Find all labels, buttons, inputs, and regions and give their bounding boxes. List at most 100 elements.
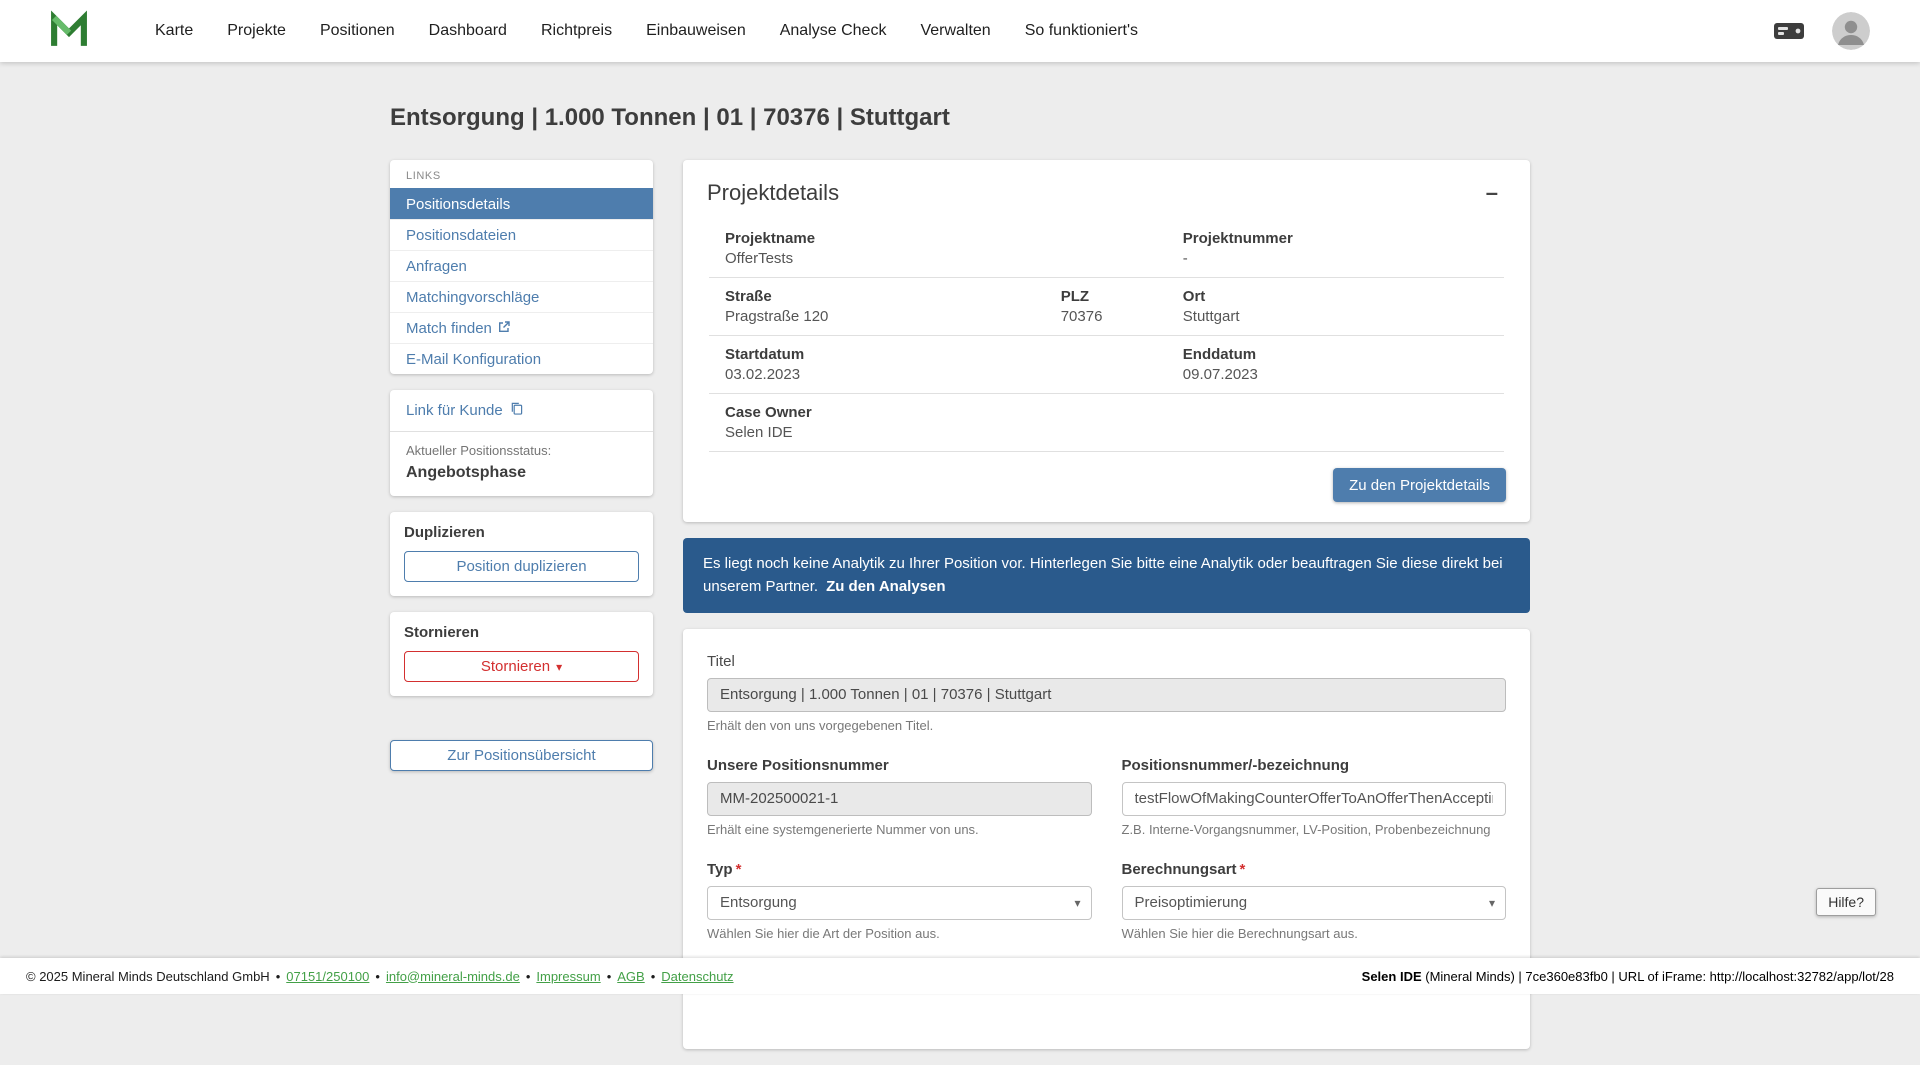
positionsnummer-label: Unsere Positionsnummer [707,757,1092,774]
nav-item-karte[interactable]: Karte [142,12,206,50]
projektname-label: Projektname [725,230,1061,247]
position-status: Aktueller Positionsstatus: Angebotsphase [390,432,653,496]
sidebar-item-match-finden[interactable]: Match finden [390,312,653,343]
duplicate-title: Duplizieren [404,524,639,541]
bezeichnung-label: Positionsnummer/-bezeichnung [1122,757,1507,774]
session-user: Selen IDE [1362,969,1422,984]
positionsnummer-helper: Erhält eine systemgenerierte Nummer von … [707,822,1092,837]
required-asterisk: * [1240,861,1246,878]
page-title: Entsorgung | 1.000 Tonnen | 01 | 70376 |… [390,104,1530,132]
typ-field-group: Typ* Entsorgung ▾ Wählen Sie hier die Ar… [707,861,1092,941]
plz-label: PLZ [1061,288,1183,305]
nav-item-so-funktionierts[interactable]: So funktioniert's [1012,12,1151,50]
titel-label: Titel [707,653,1506,670]
session-details: (Mineral Minds) | 7ce360e83fb0 | URL of … [1422,969,1894,984]
top-nav: Karte Projekte Positionen Dashboard Rich… [0,0,1920,62]
project-details-table: Projektname OfferTests Projektnummer - S… [709,220,1504,452]
sidebar-item-anfragen[interactable]: Anfragen [390,250,653,281]
device-icon[interactable] [1772,19,1806,43]
phone-link[interactable]: 07151/250100 [286,969,369,984]
customer-link-card: Link für Kunde Aktueller Positionsstatus… [390,390,653,496]
startdatum-label: Startdatum [725,346,1061,363]
sidebar-item-positionsdateien[interactable]: Positionsdateien [390,219,653,250]
zu-den-projektdetails-button[interactable]: Zu den Projektdetails [1333,468,1506,502]
table-row: Startdatum 03.02.2023 Enddatum 09.07.202… [709,336,1504,394]
footer-left: © 2025 Mineral Minds Deutschland GmbH • … [26,969,734,984]
typ-select[interactable]: Entsorgung ▾ [707,886,1092,920]
sidebar: LINKS Positionsdetails Positionsdateien … [390,160,653,771]
projektdetails-card: Projektdetails – Projektname OfferTests … [683,160,1530,522]
projektnummer-value: - [1183,250,1488,267]
bezeichnung-helper: Z.B. Interne-Vorgangsnummer, LV-Position… [1122,822,1507,837]
footer-session-info: Selen IDE (Mineral Minds) | 7ce360e83fb0… [1362,969,1894,984]
plz-value: 70376 [1061,308,1183,325]
email-link[interactable]: info@mineral-minds.de [386,969,520,984]
positionsnummer-field-group: Unsere Positionsnummer Erhält eine syste… [707,757,1092,837]
link-fuer-kunde-link[interactable]: Link für Kunde [390,390,653,432]
titel-input [707,678,1506,712]
caret-down-icon: ▾ [556,661,562,673]
ort-label: Ort [1183,288,1488,305]
datenschutz-link[interactable]: Datenschutz [661,969,733,984]
nav-item-richtpreis[interactable]: Richtpreis [528,12,625,50]
bezeichnung-input[interactable] [1122,782,1507,816]
berechnungsart-helper: Wählen Sie hier die Berechnungsart aus. [1122,926,1507,941]
nav-item-einbauweisen[interactable]: Einbauweisen [633,12,759,50]
caret-down-icon: ▾ [1489,897,1495,909]
projektdetails-title: Projektdetails [707,180,839,206]
case-owner-value: Selen IDE [725,424,1061,441]
banner-text: Es liegt noch keine Analytik zu Ihrer Po… [703,555,1503,595]
positionsnummer-input [707,782,1092,816]
copy-icon [510,402,523,419]
caret-down-icon: ▾ [1074,897,1080,909]
stornieren-button[interactable]: Stornieren ▾ [404,651,639,682]
mineral-minds-logo-icon[interactable] [48,10,90,52]
case-owner-label: Case Owner [725,404,1061,421]
cancel-card: Stornieren Stornieren ▾ [390,612,653,696]
projektnummer-label: Projektnummer [1183,230,1488,247]
zu-den-analysen-link[interactable]: Zu den Analysen [826,578,945,595]
nav-item-positionen[interactable]: Positionen [307,12,408,50]
zur-positionsuebersicht-button[interactable]: Zur Positionsübersicht [390,740,653,771]
sidebar-item-matchingvorschlaege[interactable]: Matchingvorschläge [390,281,653,312]
projektname-value: OfferTests [725,250,1061,267]
external-link-icon [498,320,510,337]
sidebar-item-positionsdetails[interactable]: Positionsdetails [390,188,653,219]
nav-item-analyse-check[interactable]: Analyse Check [767,12,900,50]
typ-label: Typ* [707,861,1092,878]
position-duplizieren-button[interactable]: Position duplizieren [404,551,639,582]
titel-field-group: Titel Erhält den von uns vorgegebenen Ti… [707,653,1506,733]
berechnungsart-field-group: Berechnungsart* Preisoptimierung ▾ Wähle… [1122,861,1507,941]
duplicate-card: Duplizieren Position duplizieren [390,512,653,596]
strasse-label: Straße [725,288,1061,305]
typ-helper: Wählen Sie hier die Art der Position aus… [707,926,1092,941]
agb-link[interactable]: AGB [617,969,644,984]
ort-value: Stuttgart [1183,308,1488,325]
avatar[interactable] [1832,12,1870,50]
links-label: LINKS [390,160,653,188]
status-label: Aktueller Positionsstatus: [406,443,637,458]
nav-item-verwalten[interactable]: Verwalten [907,12,1003,50]
impressum-link[interactable]: Impressum [536,969,600,984]
berechnungsart-label: Berechnungsart* [1122,861,1507,878]
enddatum-label: Enddatum [1183,346,1488,363]
table-row: Case Owner Selen IDE [709,394,1504,452]
berechnungsart-select[interactable]: Preisoptimierung ▾ [1122,886,1507,920]
page-content: Entsorgung | 1.000 Tonnen | 01 | 70376 |… [390,0,1530,1065]
analytics-info-banner: Es liegt noch keine Analytik zu Ihrer Po… [683,538,1530,613]
table-row: Projektname OfferTests Projektnummer - [709,220,1504,278]
nav-item-dashboard[interactable]: Dashboard [416,12,520,50]
enddatum-value: 09.07.2023 [1183,366,1488,383]
strasse-value: Pragstraße 120 [725,308,1061,325]
copyright-text: © 2025 Mineral Minds Deutschland GmbH [26,969,270,984]
nav-right [1772,12,1870,50]
main-nav: Karte Projekte Positionen Dashboard Rich… [142,12,1151,50]
hilfe-button[interactable]: Hilfe? [1816,888,1876,916]
collapse-projektdetails-button[interactable]: – [1478,180,1506,206]
main-column: Projektdetails – Projektname OfferTests … [683,160,1530,1065]
sidebar-item-email-konfiguration[interactable]: E-Mail Konfiguration [390,343,653,374]
nav-item-projekte[interactable]: Projekte [214,12,299,50]
startdatum-value: 03.02.2023 [725,366,1061,383]
titel-helper: Erhält den von uns vorgegebenen Titel. [707,718,1506,733]
table-row: Straße Pragstraße 120 PLZ 70376 Ort Stut… [709,278,1504,336]
